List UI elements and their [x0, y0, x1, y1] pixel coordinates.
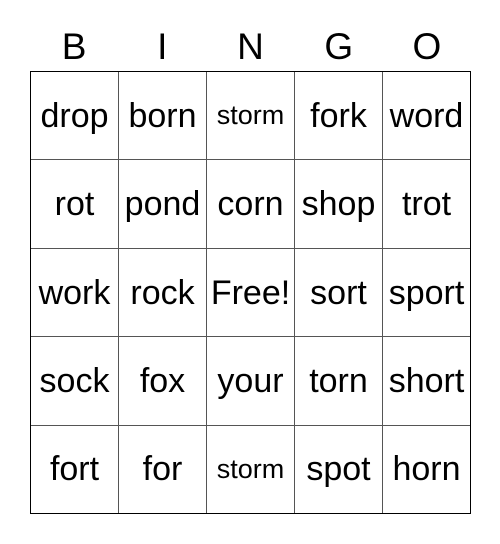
header-letter-g: G — [324, 25, 354, 67]
bingo-grid: drop born storm fork word rot pond corn … — [30, 71, 471, 514]
bingo-cell-label: storm — [216, 100, 285, 131]
bingo-cell[interactable]: pond — [119, 160, 207, 248]
bingo-cell-label: storm — [216, 453, 285, 484]
bingo-cell[interactable]: fox — [119, 337, 207, 425]
bingo-cell[interactable]: horn — [383, 425, 470, 514]
bingo-row: sock fox your torn short — [31, 337, 470, 426]
bingo-cell[interactable]: for — [119, 425, 207, 514]
bingo-cell-label: corn — [217, 185, 284, 224]
bingo-cell-label: sport — [388, 273, 465, 312]
bingo-cell[interactable]: shop — [295, 160, 383, 248]
bingo-cell[interactable]: trot — [383, 160, 470, 248]
bingo-cell-label: for — [142, 450, 183, 489]
bingo-cell-label: born — [128, 96, 197, 135]
bingo-cell-label: pond — [124, 185, 201, 224]
bingo-row: work rock Free! sort sport — [31, 248, 470, 338]
bingo-row: fort for storm spot horn — [31, 425, 470, 514]
bingo-cell-label: your — [217, 361, 284, 400]
bingo-cell-label: spot — [306, 450, 371, 489]
bingo-cell-label: fork — [310, 96, 367, 135]
bingo-cell[interactable]: storm — [207, 72, 295, 160]
bingo-cell[interactable]: sock — [31, 337, 119, 425]
bingo-cell-label: fox — [139, 361, 186, 400]
bingo-cell-label: rot — [54, 185, 95, 224]
bingo-cell-label: drop — [40, 96, 109, 135]
bingo-cell-label: rock — [130, 273, 195, 312]
bingo-cell[interactable]: storm — [207, 425, 295, 514]
bingo-cell-label: trot — [401, 185, 452, 224]
bingo-cell[interactable]: sort — [295, 248, 383, 337]
bingo-row: drop born storm fork word — [31, 72, 470, 161]
bingo-card: B I N G O drop born storm fork word rot … — [0, 0, 500, 544]
header-letter-o: O — [412, 25, 442, 67]
bingo-cell[interactable]: short — [383, 337, 470, 425]
bingo-cell-label: word — [389, 96, 464, 135]
bingo-cell[interactable]: work — [31, 248, 119, 337]
bingo-cell[interactable]: fort — [31, 425, 119, 514]
bingo-cell-label: fort — [49, 450, 100, 489]
bingo-cell[interactable]: torn — [295, 337, 383, 425]
bingo-header: B I N G O — [30, 22, 471, 70]
header-letter-n: N — [237, 25, 264, 67]
bingo-cell-label: torn — [309, 361, 368, 400]
bingo-cell[interactable]: word — [383, 72, 470, 160]
bingo-cell[interactable]: corn — [207, 160, 295, 248]
bingo-cell[interactable]: your — [207, 337, 295, 425]
bingo-cell-label: sort — [310, 273, 367, 312]
bingo-cell-label: horn — [392, 450, 461, 489]
bingo-cell[interactable]: rock — [119, 248, 207, 337]
bingo-cell[interactable]: drop — [31, 72, 119, 160]
bingo-cell[interactable]: sport — [383, 248, 470, 337]
bingo-cell-label: short — [388, 361, 465, 400]
bingo-cell[interactable]: spot — [295, 425, 383, 514]
bingo-cell[interactable]: fork — [295, 72, 383, 160]
bingo-cell[interactable]: born — [119, 72, 207, 160]
header-letter-b: B — [61, 25, 87, 67]
bingo-cell-label: sock — [39, 361, 110, 400]
bingo-cell[interactable]: rot — [31, 160, 119, 248]
bingo-row: rot pond corn shop trot — [31, 160, 470, 249]
bingo-free-space-label: Free! — [210, 273, 291, 312]
bingo-free-space[interactable]: Free! — [207, 248, 295, 337]
bingo-cell-label: shop — [301, 185, 376, 224]
bingo-cell-label: work — [38, 273, 111, 312]
header-letter-i: I — [157, 25, 168, 67]
